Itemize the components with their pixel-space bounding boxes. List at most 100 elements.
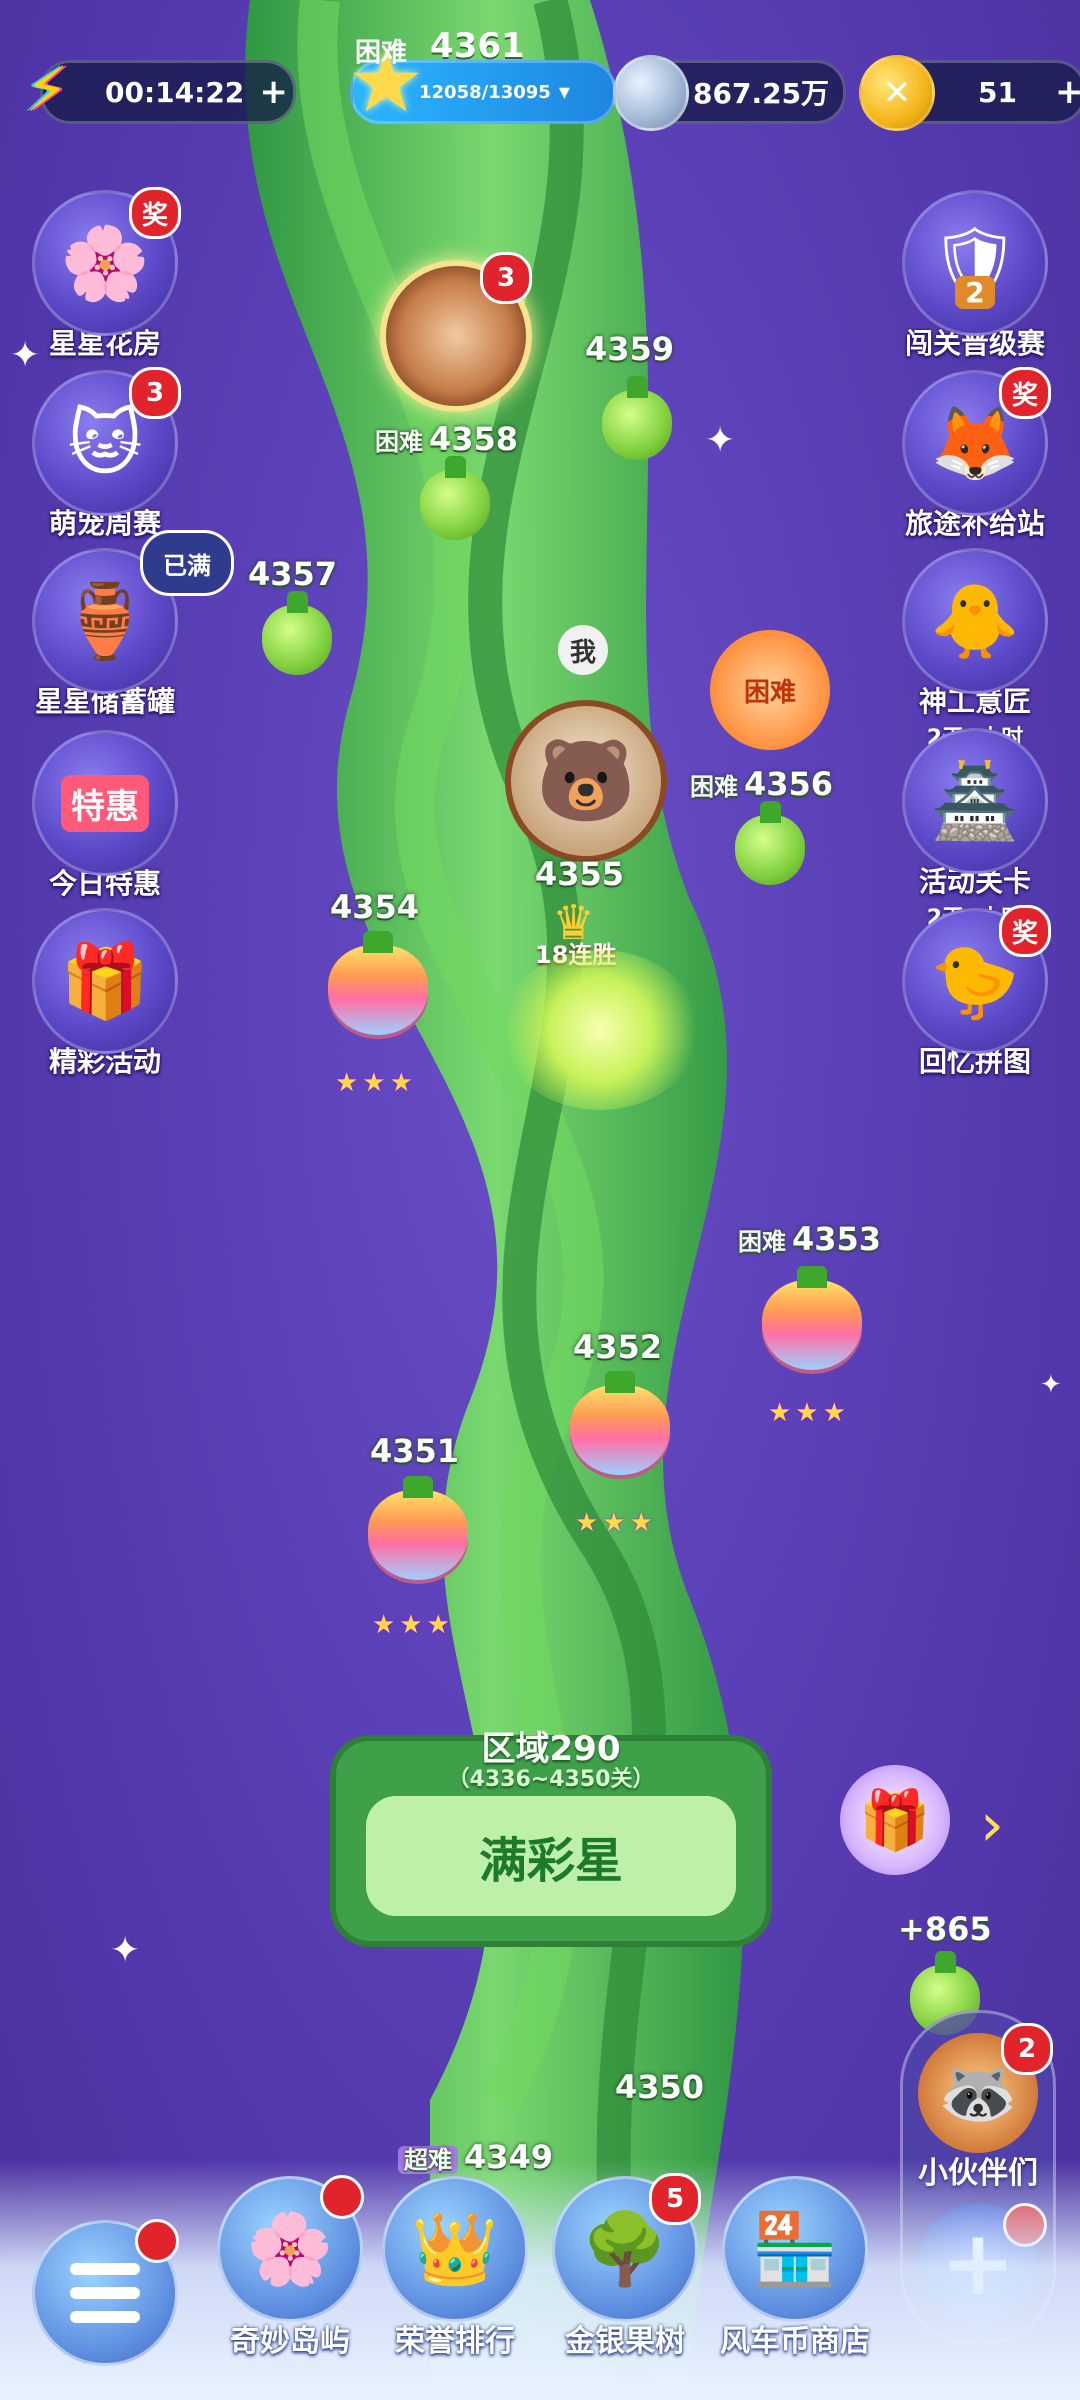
special-offer-icon: 特惠: [32, 730, 178, 876]
level-number: 4355: [535, 855, 625, 893]
gift-boxes-icon: 🎁: [32, 908, 178, 1054]
reward-badge: 奖: [129, 187, 181, 239]
notification-dot: [135, 2219, 179, 2263]
rank-number: 2: [955, 276, 995, 309]
level-number: 4351: [370, 1432, 460, 1470]
count-badge: 3: [129, 367, 181, 419]
jar-full-bubble: 已满: [140, 530, 234, 596]
level-fruit-icon[interactable]: [368, 1476, 468, 1580]
level-fruit-icon[interactable]: [420, 456, 490, 540]
level-number: 4359: [585, 330, 675, 368]
daily-special-offer-button[interactable]: 特惠 今日特惠: [20, 730, 190, 902]
level-node-4355[interactable]: 4355: [535, 855, 624, 893]
pagoda-icon: 🏯: [902, 728, 1048, 874]
travel-supply-station-button[interactable]: 🦊 奖 旅途补给站: [890, 367, 1060, 542]
wheel-count-badge: 3: [480, 252, 532, 304]
events-button[interactable]: 🎁 精彩活动: [20, 908, 190, 1080]
coin-plus-button[interactable]: +: [1055, 72, 1080, 112]
main-menu-button[interactable]: [25, 2219, 185, 2366]
level-node-4352[interactable]: 4352: [573, 1328, 662, 1366]
level-tag: 困难: [690, 773, 738, 801]
coin-amount: 51: [978, 75, 1017, 109]
level-fruit-icon[interactable]: [602, 376, 672, 460]
special-offer-text: 特惠: [61, 774, 149, 832]
level-number: 4356: [744, 765, 834, 803]
player-avatar-icon[interactable]: 🐻: [505, 700, 667, 862]
sparkle-icon: ✦: [110, 1930, 141, 1971]
windmill-coin-shop-button[interactable]: 🏪 风车币商店: [715, 2176, 875, 2360]
flower-house-icon: 🌸 奖: [32, 187, 181, 336]
level-number: 4358: [429, 420, 519, 458]
level-node-4350[interactable]: 4350: [615, 2068, 704, 2106]
level-node-4357[interactable]: 4357: [248, 555, 337, 593]
nav-label: 奇妙岛屿: [230, 2324, 350, 2359]
cat-icon: 🐱 3: [32, 367, 181, 516]
level-number: 4352: [573, 1328, 663, 1366]
wonder-island-button[interactable]: 🌸 奇妙岛屿: [210, 2175, 370, 2360]
star-progress-pill[interactable]: ★ 12058/13095 ▾: [347, 37, 616, 127]
gift-bubble-icon[interactable]: 🎁: [840, 1765, 950, 1875]
energy-plus-button[interactable]: +: [254, 72, 293, 112]
level-number: 4350: [615, 2068, 705, 2106]
craftsman-button[interactable]: 🐥 神工意匠 2天8小时: [890, 548, 1060, 752]
hard-flower-label: 困难: [743, 677, 796, 708]
count-badge: 5: [649, 2173, 701, 2225]
menu-icon: [32, 2219, 179, 2366]
level-node-4356[interactable]: 困难 4356: [690, 765, 833, 803]
star-progress-text: 12058/13095: [419, 81, 551, 103]
chevron-right-icon[interactable]: ›: [980, 1790, 1004, 1860]
sparkle-icon: ✦: [705, 420, 736, 461]
level-number: 4353: [792, 1220, 882, 1258]
nav-label: 风车币商店: [720, 2324, 870, 2359]
level-node-4358[interactable]: 困难 4358: [375, 420, 518, 458]
level-stars: ★★★: [335, 1068, 417, 1098]
partners-badge: 2: [1001, 2023, 1053, 2075]
fruit-tree-icon: 🌳 5: [552, 2173, 701, 2322]
level-fruit-icon[interactable]: [328, 931, 428, 1035]
shop-icon: 🏪: [722, 2176, 868, 2322]
craft-icon: 🐥: [902, 548, 1048, 694]
top-resource-bar: ⚡ 00:14:22 + ★ 12058/13095 ▾ 867.25万 ✕ 5…: [20, 37, 1080, 140]
me-marker: 我: [558, 625, 608, 675]
silver-leaf-coin-icon: [613, 55, 689, 131]
region-sign[interactable]: 区域290 （4336~4350关） 满彩星: [330, 1729, 772, 1947]
event-levels-button[interactable]: 🏯 活动关卡 2天8小时: [890, 728, 1060, 932]
coin-pill[interactable]: ✕ 51 +: [859, 55, 1080, 131]
level-node-4359[interactable]: 4359: [585, 330, 674, 368]
level-fruit-icon[interactable]: [570, 1371, 670, 1475]
notification-dot: [320, 2175, 364, 2219]
level-node-4353[interactable]: 困难 4353: [738, 1220, 881, 1258]
level-fruit-icon[interactable]: [735, 801, 805, 885]
region-range: （4336~4350关）: [447, 1767, 655, 1792]
honor-ranking-button[interactable]: 👑 荣誉排行: [375, 2176, 535, 2360]
gold-coin-icon: ✕: [859, 55, 935, 131]
level-stars: ★★★: [372, 1610, 454, 1640]
chevron-down-icon[interactable]: ▾: [559, 80, 570, 105]
level-promotion-contest-button[interactable]: 🛡 2 闯关晋级赛: [890, 190, 1060, 362]
sparkle-icon: ✦: [1040, 1370, 1062, 1400]
level-node-4351[interactable]: 4351: [370, 1432, 459, 1470]
puzzle-chick-icon: 🐤 奖: [902, 905, 1051, 1054]
silver-amount: 867.25万: [693, 77, 830, 110]
level-number: 4357: [248, 555, 338, 593]
pet-weekly-contest-button[interactable]: 🐱 3 萌宠周赛: [20, 367, 190, 542]
reward-badge: 奖: [999, 367, 1051, 419]
level-node-4354[interactable]: 4354: [330, 888, 419, 926]
nav-label: 金银果树: [565, 2324, 685, 2359]
star-flower-house-button[interactable]: 🌸 奖 星星花房: [20, 187, 190, 362]
level-stars: ★★★: [768, 1398, 850, 1428]
level-tag: 困难: [375, 428, 423, 456]
level-fruit-icon[interactable]: [762, 1266, 862, 1370]
level-stars: ★★★: [575, 1508, 657, 1538]
rank-badge-icon: 🛡 2: [902, 190, 1048, 336]
current-level-glow[interactable]: [500, 950, 700, 1110]
level-fruit-icon[interactable]: [262, 591, 332, 675]
silver-pill[interactable]: 867.25万: [613, 55, 846, 131]
nav-label: 荣誉排行: [395, 2324, 515, 2359]
energy-pill[interactable]: ⚡ 00:14:22 +: [25, 53, 296, 126]
gold-silver-tree-button[interactable]: 🌳 5 金银果树: [545, 2173, 705, 2360]
memory-puzzle-button[interactable]: 🐤 奖 回忆拼图: [890, 905, 1060, 1080]
top-level-number[interactable]: 4361: [430, 26, 525, 66]
top-level-difficulty: 困难: [355, 38, 408, 68]
gift-reward-amount: +865: [898, 1910, 992, 1948]
